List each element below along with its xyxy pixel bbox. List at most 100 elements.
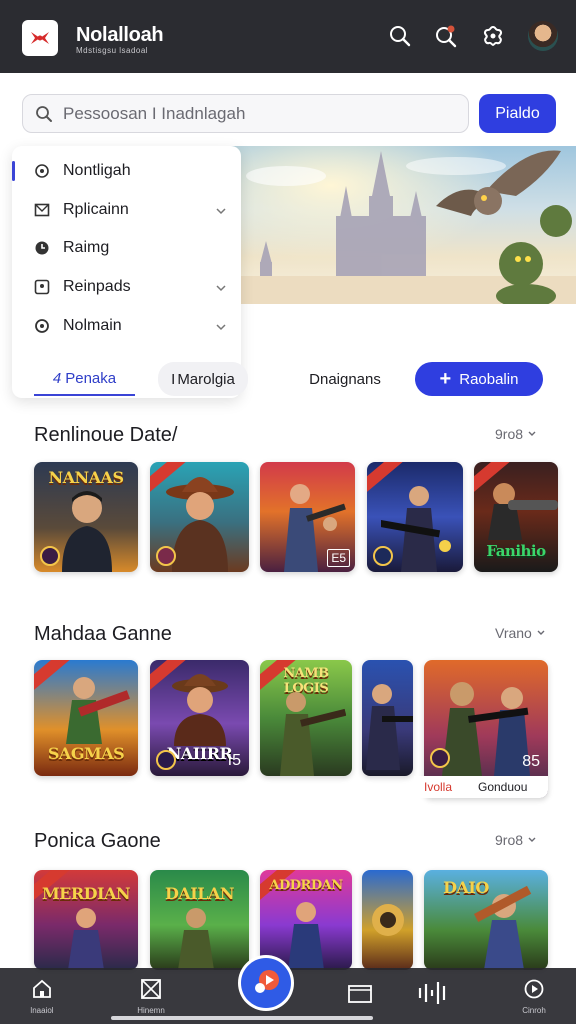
character-art — [474, 885, 532, 970]
section-more-label: 9ro8 — [495, 426, 524, 442]
section-more-link[interactable]: 9ro8 — [495, 426, 537, 442]
nav-play-button[interactable] — [241, 958, 291, 1008]
chat-icon — [34, 279, 50, 295]
game-card[interactable]: E5 — [260, 462, 355, 572]
game-card[interactable]: MERDIAN — [34, 870, 138, 970]
search-button[interactable]: Pialdo — [479, 94, 556, 133]
dropdown-menu: Nontligah Rplicainn Raimg Reinpads Nolma… — [12, 146, 241, 398]
tab-raobalin[interactable]: + Raobalin — [415, 362, 543, 396]
game-card[interactable]: ADDRDAN — [260, 870, 352, 970]
banner-artwork — [226, 146, 576, 304]
game-card[interactable] — [362, 660, 413, 776]
menu-item-3[interactable]: Raimg — [12, 229, 241, 267]
search-icon — [34, 318, 50, 334]
soundwave-icon — [418, 982, 446, 1004]
game-card[interactable]: Fanihio — [474, 462, 558, 572]
game-card[interactable]: NAMB LOGIS — [260, 660, 352, 776]
game-card[interactable]: DAIO — [424, 870, 548, 970]
menu-item-4[interactable]: Reinpads — [12, 268, 241, 306]
tab-label: Penaka — [65, 369, 117, 387]
settings-icon[interactable] — [479, 22, 507, 50]
game-emblem-icon — [40, 546, 60, 566]
menu-item-2[interactable]: Rplicainn — [12, 191, 241, 229]
game-card[interactable]: NAIIRR I5 — [150, 660, 249, 776]
character-art — [62, 491, 112, 572]
game-card[interactable]: SAGMAS — [34, 660, 138, 776]
card-title-art: DAILAN — [164, 884, 235, 903]
logo-icon — [31, 32, 49, 44]
game-emblem-icon — [373, 546, 393, 566]
chevron-down-icon — [215, 320, 227, 338]
section-more-link[interactable]: 9ro8 — [495, 832, 537, 848]
game-card[interactable] — [362, 870, 413, 970]
section-title: Ponica Gaone — [34, 830, 161, 852]
caption-right: Gonduou — [478, 780, 528, 794]
card-badge: 85 — [522, 753, 540, 770]
nav-label: Cinroh — [522, 1006, 546, 1015]
window-icon — [348, 985, 372, 1003]
plus-icon: + — [439, 367, 452, 390]
search-icon[interactable] — [386, 22, 414, 50]
menu-item-label: Nolmain — [63, 317, 122, 334]
menu-item-label: Raimg — [63, 239, 110, 256]
menu-item-label: Reinpads — [63, 278, 131, 295]
game-emblem-icon — [156, 750, 176, 770]
character-art — [66, 677, 130, 744]
user-avatar[interactable] — [528, 21, 558, 51]
search-box[interactable] — [22, 94, 469, 133]
section-title: Mahdaa Ganne — [34, 623, 172, 645]
tab-prefix: I — [171, 370, 176, 388]
nav-label: Hinemn — [137, 1006, 165, 1015]
character-art — [280, 692, 346, 776]
character-art — [288, 902, 324, 970]
globe-icon — [34, 163, 50, 179]
nav-home[interactable]: lnaaiol — [22, 974, 62, 1018]
nav-window[interactable] — [340, 974, 380, 1018]
hero-banner[interactable] — [226, 146, 576, 304]
search-alert-icon[interactable] — [432, 22, 460, 50]
card-title-art: SAGMAS — [47, 744, 125, 763]
tab-penaka[interactable]: 4 Penaka — [34, 362, 135, 396]
menu-item-label: Rplicainn — [63, 201, 129, 218]
tab-label: Dnaignans — [309, 370, 381, 388]
nav-chat[interactable]: Cinroh — [514, 974, 554, 1018]
app-title: Nolalloah — [76, 24, 164, 46]
character-art — [68, 908, 104, 970]
section-more-label: Vrano — [495, 625, 532, 641]
nav-label: lnaaiol — [30, 1006, 54, 1015]
section-title: Renlinoue Date/ — [34, 424, 178, 446]
character-art — [366, 684, 413, 770]
box-icon — [141, 979, 161, 999]
game-card[interactable]: DAILAN — [150, 870, 249, 970]
game-card[interactable] — [367, 462, 463, 572]
card-title-art: Fanihio — [486, 542, 546, 560]
chevron-down-icon — [537, 630, 545, 635]
featured-caption: Ivolla Gonduou — [414, 776, 548, 798]
menu-item-5[interactable]: Nolmain — [12, 307, 241, 345]
game-card[interactable] — [150, 462, 249, 572]
section-more-link[interactable]: Vrano — [495, 625, 546, 641]
chat-icon — [524, 979, 544, 999]
app-logo[interactable] — [22, 20, 58, 56]
chevron-down-icon — [215, 204, 227, 222]
home-indicator — [111, 1016, 373, 1020]
character-art — [372, 904, 404, 936]
search-input[interactable] — [63, 95, 458, 132]
tab-marolgia[interactable]: I Marolgia — [158, 362, 248, 396]
home-icon — [33, 979, 51, 998]
card-badge: E5 — [327, 549, 350, 567]
game-card[interactable]: NANAAS — [34, 462, 138, 572]
play-icon — [255, 970, 279, 993]
app-subtitle: Mdstisgsu lsadoal — [76, 46, 149, 55]
section-more-label: 9ro8 — [495, 832, 524, 848]
chevron-down-icon — [528, 431, 536, 436]
tab-label: Raobalin — [459, 370, 519, 388]
chevron-down-icon — [215, 281, 227, 299]
tab-prefix: 4 — [52, 369, 62, 387]
tab-dnaignans[interactable]: Dnaignans — [286, 362, 404, 396]
menu-item-label: Nontligah — [63, 162, 131, 179]
menu-item-1[interactable]: Nontligah — [12, 152, 241, 190]
search-icon — [36, 106, 52, 122]
nav-soundwave[interactable] — [414, 974, 454, 1018]
nav-box[interactable]: Hinemn — [131, 974, 171, 1018]
